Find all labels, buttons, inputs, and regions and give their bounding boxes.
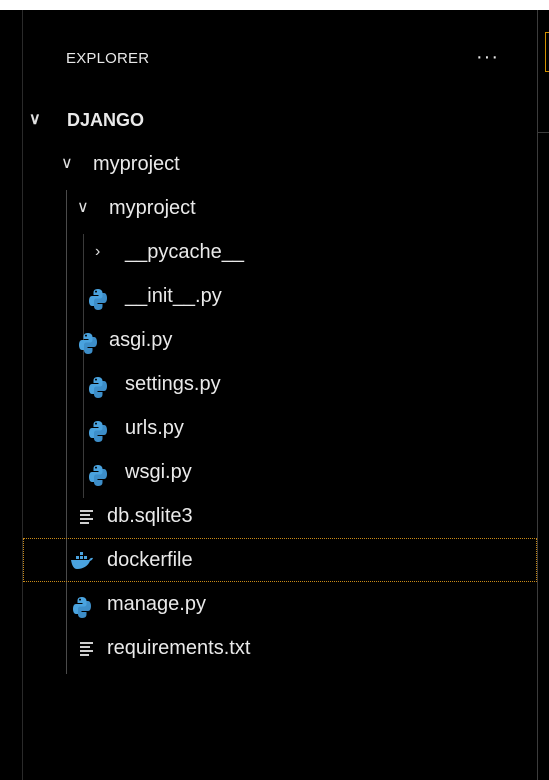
tree-file-manage[interactable]: manage.py — [23, 582, 537, 626]
tree-item-label: __init__.py — [125, 285, 222, 307]
python-icon — [73, 582, 91, 626]
lines-icon — [78, 494, 96, 538]
tree-item-label: settings.py — [125, 373, 221, 395]
file-tree: ∨ DJANGO ∨ myproject ∨ myproject › __pyc… — [23, 98, 537, 670]
lines-icon — [78, 626, 96, 670]
tree-item-label: wsgi.py — [125, 461, 192, 483]
tree-file-requirements[interactable]: requirements.txt — [23, 626, 537, 670]
tree-root-django[interactable]: ∨ DJANGO — [23, 98, 537, 142]
tree-item-label: asgi.py — [109, 329, 173, 351]
tree-file-dockerfile[interactable]: dockerfile — [23, 538, 537, 582]
tree-root-label: DJANGO — [67, 110, 145, 130]
tree-folder-pycache[interactable]: › __pycache__ — [23, 230, 537, 274]
explorer-panel: EXPLORER ··· ∨ DJANGO ∨ myproject ∨ mypr… — [0, 10, 549, 780]
chevron-right-icon: › — [95, 243, 101, 260]
chevron-down-icon: ∨ — [77, 199, 89, 216]
tree-file-asgi[interactable]: asgi.py — [23, 318, 537, 362]
tree-file-settings[interactable]: settings.py — [23, 362, 537, 406]
python-icon — [89, 450, 107, 494]
tree-file-wsgi[interactable]: wsgi.py — [23, 450, 537, 494]
editor-divider — [537, 132, 549, 133]
tree-file-db-sqlite3[interactable]: db.sqlite3 — [23, 494, 537, 538]
tree-item-label: dockerfile — [107, 549, 193, 571]
docker-icon — [71, 538, 93, 582]
python-icon — [89, 406, 107, 450]
tree-item-label: db.sqlite3 — [107, 505, 193, 527]
more-actions-icon[interactable]: ··· — [476, 46, 499, 69]
explorer-title: EXPLORER — [66, 50, 150, 67]
tree-item-label: manage.py — [107, 593, 206, 615]
editor-area-edge — [537, 10, 549, 780]
tree-item-label: myproject — [93, 153, 180, 175]
tree-item-label: myproject — [109, 197, 196, 219]
python-icon — [89, 362, 107, 406]
activity-bar-edge — [0, 10, 23, 780]
tree-file-urls[interactable]: urls.py — [23, 406, 537, 450]
tree-folder-myproject-inner[interactable]: ∨ myproject — [23, 186, 537, 230]
editor-tab-edge[interactable] — [545, 32, 549, 72]
tree-folder-myproject[interactable]: ∨ myproject — [23, 142, 537, 186]
tree-file-init[interactable]: __init__.py — [23, 274, 537, 318]
python-icon — [79, 318, 97, 362]
chevron-down-icon: ∨ — [61, 155, 73, 172]
python-icon — [89, 274, 107, 318]
window-frame: EXPLORER ··· ∨ DJANGO ∨ myproject ∨ mypr… — [0, 0, 549, 780]
tree-item-label: urls.py — [125, 417, 184, 439]
tree-item-label: __pycache__ — [125, 241, 244, 263]
tree-item-label: requirements.txt — [107, 637, 251, 659]
chevron-down-icon: ∨ — [29, 111, 41, 128]
